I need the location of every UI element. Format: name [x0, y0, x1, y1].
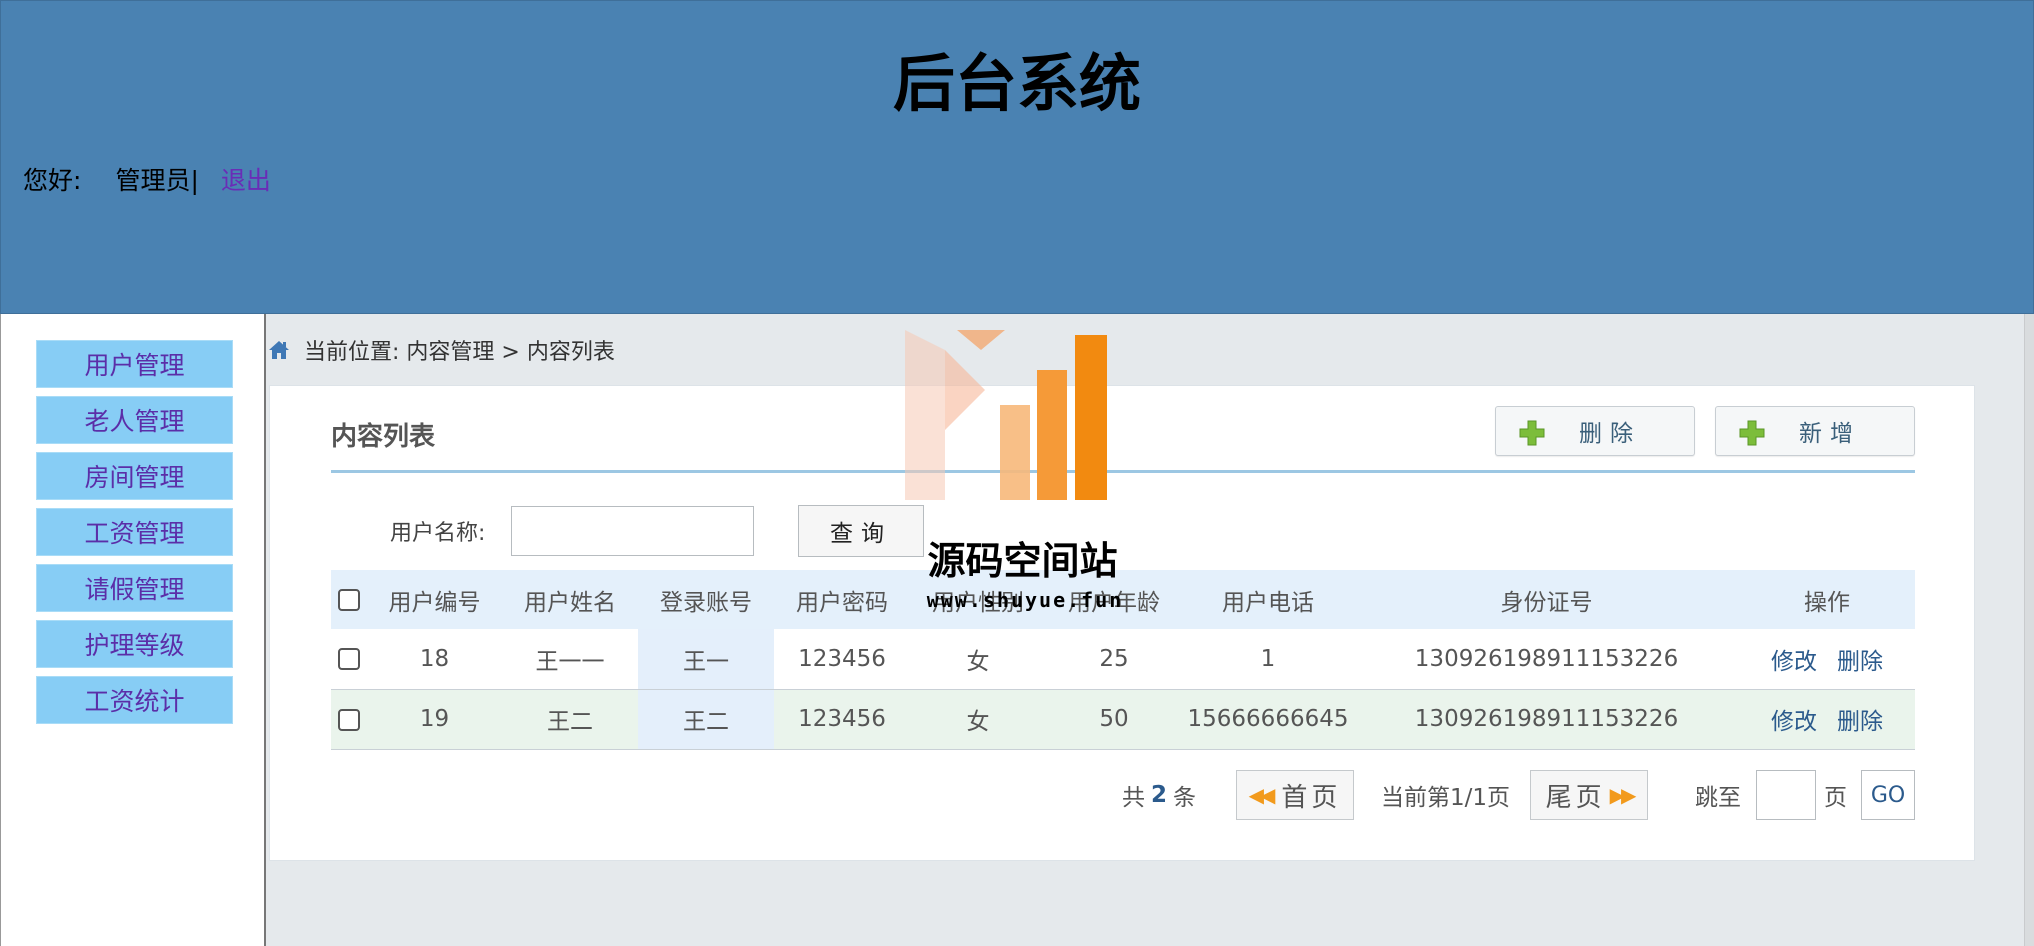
breadcrumb-text: 当前位置: 内容管理 > 内容列表	[304, 340, 615, 365]
column-header: 用户密码	[774, 570, 910, 629]
last-page-label: 尾页	[1545, 782, 1606, 813]
sidebar-item-salary-management[interactable]: 工资管理	[36, 508, 233, 556]
sidebar-item-salary-statistics[interactable]: 工资统计	[36, 676, 233, 724]
main-scrollbar[interactable]	[2024, 314, 2034, 946]
cell-gender: 女	[910, 689, 1046, 750]
last-page-button[interactable]: 尾页 ▶▶	[1530, 770, 1648, 820]
edit-link[interactable]: 修改	[1771, 709, 1817, 735]
cell-actions: 修改 删除	[1739, 629, 1915, 690]
sidebar: 用户管理 老人管理 房间管理 工资管理 请假管理 护理等级 工资统计	[0, 314, 266, 946]
cell-age: 25	[1046, 629, 1182, 690]
sidebar-item-room-management[interactable]: 房间管理	[36, 452, 233, 500]
page-unit-label: 页	[1824, 785, 1847, 811]
first-page-label: 首页	[1281, 782, 1342, 813]
go-button[interactable]: GO	[1861, 770, 1915, 820]
user-greeting: 您好: 管理员| 退出	[23, 161, 271, 197]
jump-label: 跳至	[1695, 785, 1741, 811]
breadcrumb: 当前位置: 内容管理 > 内容列表	[268, 334, 615, 366]
cell-id-card: 130926198911153226	[1354, 689, 1739, 750]
column-header: 用户电话	[1182, 570, 1354, 629]
cell-phone: 1	[1182, 629, 1354, 690]
search-label: 用户名称:	[390, 521, 486, 546]
cell-phone: 15666666645	[1182, 689, 1354, 750]
total-count: 共 2 条	[1122, 770, 1196, 820]
row-checkbox[interactable]	[338, 648, 360, 671]
sidebar-item-care-level[interactable]: 护理等级	[36, 620, 233, 668]
delete-button[interactable]: 删除	[1495, 406, 1695, 456]
row-select-cell	[331, 629, 367, 690]
row-checkbox[interactable]	[338, 708, 360, 731]
cell-actions: 修改 删除	[1739, 689, 1915, 750]
delete-button-label: 删除	[1579, 421, 1641, 447]
edit-link[interactable]: 修改	[1771, 649, 1817, 675]
total-suffix: 条	[1173, 785, 1197, 811]
sidebar-item-elderly-management[interactable]: 老人管理	[36, 396, 233, 444]
cell-gender: 女	[910, 629, 1046, 690]
system-title: 后台系统	[892, 47, 1141, 120]
sidebar-item-user-management[interactable]: 用户管理	[36, 340, 233, 388]
double-right-arrow-icon: ▶▶	[1609, 783, 1637, 807]
plus-icon	[1519, 420, 1545, 446]
column-header: 用户姓名	[502, 570, 638, 629]
delete-link[interactable]: 删除	[1837, 709, 1883, 735]
watermark-logo-icon	[905, 330, 1107, 500]
watermark-url: www.shuyue.fun	[926, 588, 1124, 612]
row-select-cell	[331, 689, 367, 750]
cell-password: 123456	[774, 689, 910, 750]
total-number: 2	[1151, 782, 1168, 808]
table-row: 19 王二 王二 123456 女 50 15666666645 1309261…	[331, 689, 1915, 750]
logout-link[interactable]: 退出	[221, 161, 271, 197]
table-row: 18 王一一 王一 123456 女 25 1 1309261989111532…	[331, 629, 1915, 690]
cell-user-id: 18	[367, 629, 502, 690]
cell-user-name: 王一一	[502, 629, 638, 690]
jump-page-input[interactable]	[1756, 770, 1816, 820]
current-page-info: 当前第1/1页	[1381, 785, 1511, 811]
app-window: 后台系统 您好: 管理员| 退出 用户管理 老人管理 房间管理 工资管理 请假管…	[0, 0, 2034, 946]
cell-age: 50	[1046, 689, 1182, 750]
username-search-input[interactable]	[511, 506, 754, 556]
home-icon	[268, 339, 290, 361]
page-header: 后台系统 您好: 管理员| 退出	[0, 0, 2034, 314]
delete-link[interactable]: 删除	[1837, 649, 1883, 675]
panel-title: 内容列表	[331, 422, 436, 452]
add-button[interactable]: 新增	[1715, 406, 1915, 456]
select-all-checkbox[interactable]	[338, 589, 360, 611]
cell-password: 123456	[774, 629, 910, 690]
cell-login-account: 王二	[638, 689, 774, 750]
plus-icon	[1739, 420, 1765, 446]
first-page-button[interactable]: ◀◀ 首页	[1236, 770, 1354, 820]
column-header: 登录账号	[638, 570, 774, 629]
cell-user-name: 王二	[502, 689, 638, 750]
add-button-label: 新增	[1799, 421, 1861, 447]
column-header: 操作	[1739, 570, 1915, 629]
column-header: 用户编号	[367, 570, 502, 629]
cell-id-card: 130926198911153226	[1354, 629, 1739, 690]
total-prefix: 共	[1122, 785, 1145, 811]
column-header: 身份证号	[1354, 570, 1739, 629]
select-all-cell	[331, 570, 367, 629]
current-user: 管理员|	[115, 166, 199, 195]
watermark-name: 源码空间站	[927, 539, 1118, 583]
cell-user-id: 19	[367, 689, 502, 750]
greeting-label: 您好:	[23, 166, 82, 195]
sidebar-item-leave-management[interactable]: 请假管理	[36, 564, 233, 612]
cell-login-account: 王一	[638, 629, 774, 690]
double-left-arrow-icon: ◀◀	[1248, 783, 1276, 807]
